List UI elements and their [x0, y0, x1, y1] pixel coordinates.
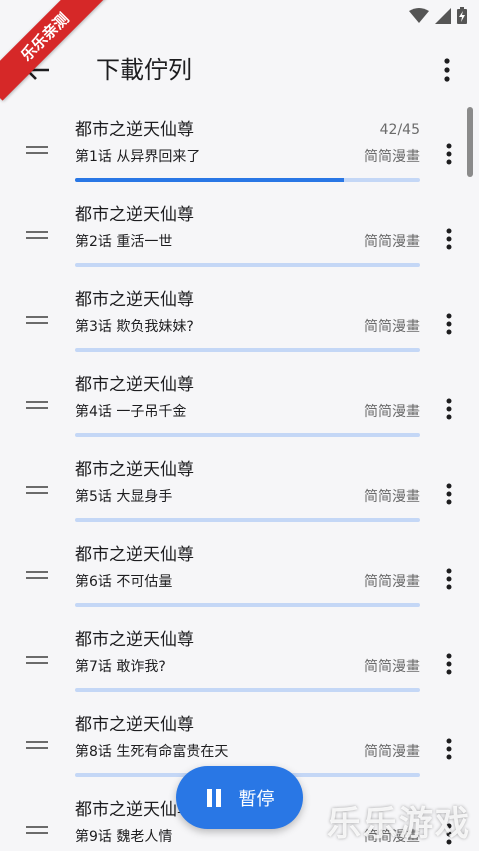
- progress-bar: [75, 178, 420, 182]
- more-vert-icon: [446, 398, 452, 420]
- manga-title: 都市之逆天仙尊: [75, 205, 194, 225]
- chapter-title: 第4话 一子吊千金: [75, 404, 187, 420]
- manga-title: 都市之逆天仙尊: [75, 375, 194, 395]
- wifi-icon: [409, 7, 429, 23]
- overflow-menu-button[interactable]: [429, 52, 465, 88]
- source-name: 简简漫畫: [364, 659, 420, 675]
- manga-title: 都市之逆天仙尊: [75, 460, 194, 480]
- pause-button[interactable]: 暫停: [176, 766, 303, 829]
- pause-icon: [206, 788, 221, 807]
- download-queue-list[interactable]: 都市之逆天仙尊 42/45 第1话 从异界回来了 简简漫畫 都市之逆天仙尊 第2…: [0, 108, 479, 851]
- item-menu-button[interactable]: [433, 223, 465, 255]
- more-vert-icon: [446, 143, 452, 165]
- drag-handle-icon[interactable]: [26, 231, 48, 239]
- scrollbar[interactable]: [467, 107, 473, 177]
- source-name: 简简漫畫: [364, 149, 420, 165]
- item-menu-button[interactable]: [433, 138, 465, 170]
- source-name: 简简漫畫: [364, 404, 420, 420]
- drag-handle-icon[interactable]: [26, 571, 48, 579]
- page-title: 下載佇列: [96, 56, 192, 84]
- progress-bar: [75, 348, 420, 352]
- chapter-title: 第6话 不可估量: [75, 574, 173, 590]
- queue-item[interactable]: 都市之逆天仙尊 第6话 不可估量 简简漫畫: [0, 533, 479, 618]
- manga-title: 都市之逆天仙尊: [75, 290, 194, 310]
- drag-handle-icon[interactable]: [26, 656, 48, 664]
- drag-handle-icon[interactable]: [26, 741, 48, 749]
- manga-title: 都市之逆天仙尊: [75, 715, 194, 735]
- watermark-logo: 乐乐游戏: [327, 804, 471, 844]
- queue-item[interactable]: 都市之逆天仙尊 第5话 大显身手 简简漫畫: [0, 448, 479, 533]
- queue-item[interactable]: 都市之逆天仙尊 42/45 第1话 从异界回来了 简简漫畫: [0, 108, 479, 193]
- queue-item[interactable]: 都市之逆天仙尊 第4话 一子吊千金 简简漫畫: [0, 363, 479, 448]
- source-name: 简简漫畫: [364, 319, 420, 335]
- drag-handle-icon[interactable]: [26, 146, 48, 154]
- pause-label: 暫停: [238, 788, 275, 810]
- page-progress: 42/45: [379, 122, 420, 138]
- item-menu-button[interactable]: [433, 733, 465, 765]
- drag-handle-icon[interactable]: [26, 401, 48, 409]
- signal-icon: [435, 7, 451, 24]
- item-menu-button[interactable]: [433, 648, 465, 680]
- item-menu-button[interactable]: [433, 563, 465, 595]
- chapter-title: 第1话 从异界回来了: [75, 149, 201, 165]
- item-menu-button[interactable]: [433, 478, 465, 510]
- chapter-title: 第8话 生死有命富贵在天: [75, 744, 229, 760]
- queue-item[interactable]: 都市之逆天仙尊 第7话 敢诈我? 简简漫畫: [0, 618, 479, 703]
- chapter-title: 第7话 敢诈我?: [75, 659, 166, 675]
- progress-bar: [75, 603, 420, 607]
- app-bar: 下載佇列: [0, 32, 479, 108]
- manga-title: 都市之逆天仙尊: [75, 630, 194, 650]
- progress-bar: [75, 433, 420, 437]
- source-name: 简简漫畫: [364, 574, 420, 590]
- battery-charging-icon: [457, 7, 467, 24]
- chapter-title: 第2话 重活一世: [75, 234, 173, 250]
- manga-title: 都市之逆天仙尊: [75, 120, 194, 140]
- chapter-title: 第3话 欺负我妹妹?: [75, 319, 194, 335]
- more-vert-icon: [446, 738, 452, 760]
- progress-bar: [75, 263, 420, 267]
- drag-handle-icon[interactable]: [26, 316, 48, 324]
- queue-item[interactable]: 都市之逆天仙尊 第2话 重活一世 简简漫畫: [0, 193, 479, 278]
- progress-bar: [75, 518, 420, 522]
- progress-bar: [75, 688, 420, 692]
- item-menu-button[interactable]: [433, 308, 465, 340]
- source-name: 简简漫畫: [364, 234, 420, 250]
- item-menu-button[interactable]: [433, 393, 465, 425]
- more-vert-icon: [446, 483, 452, 505]
- more-vert-icon: [444, 58, 450, 82]
- chapter-title: 第9话 魏老人情: [75, 829, 173, 845]
- drag-handle-icon[interactable]: [26, 826, 48, 834]
- more-vert-icon: [446, 568, 452, 590]
- queue-item[interactable]: 都市之逆天仙尊 第3话 欺负我妹妹? 简简漫畫: [0, 278, 479, 363]
- source-name: 简简漫畫: [364, 744, 420, 760]
- chapter-title: 第5话 大显身手: [75, 489, 173, 505]
- more-vert-icon: [446, 653, 452, 675]
- drag-handle-icon[interactable]: [26, 486, 48, 494]
- more-vert-icon: [446, 313, 452, 335]
- more-vert-icon: [446, 228, 452, 250]
- progress-fill: [75, 178, 345, 182]
- manga-title: 都市之逆天仙尊: [75, 545, 194, 565]
- source-name: 简简漫畫: [364, 489, 420, 505]
